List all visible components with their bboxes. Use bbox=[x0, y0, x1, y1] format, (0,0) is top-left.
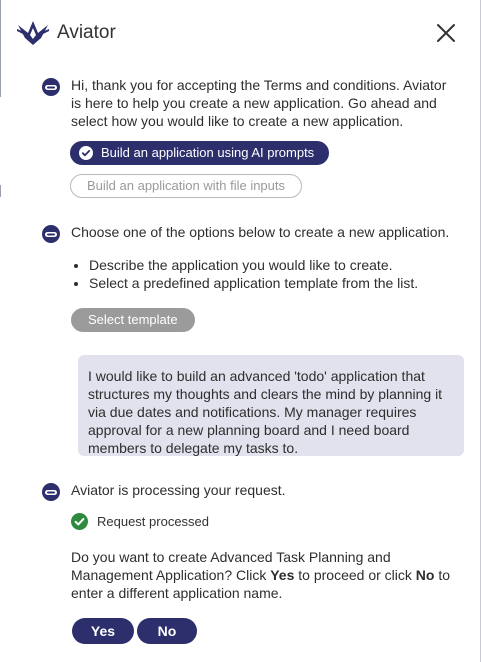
user-message-bubble: I would like to build an advanced 'todo'… bbox=[78, 355, 464, 456]
confirm-text: Do you want to create Advanced Task Plan… bbox=[71, 548, 451, 602]
close-icon[interactable] bbox=[433, 20, 459, 46]
yes-button[interactable]: Yes bbox=[72, 618, 134, 644]
confirm-text-part: to proceed or click bbox=[294, 567, 416, 583]
panel-header: Aviator bbox=[0, 0, 481, 68]
confirm-no-keyword: No bbox=[415, 567, 435, 583]
option-file-inputs-button[interactable]: Build an application with file inputs bbox=[70, 174, 303, 198]
aviator-bot-avatar-icon bbox=[42, 225, 60, 243]
options-list: Describe the application you would like … bbox=[71, 256, 479, 292]
status-text: Request processed bbox=[97, 514, 210, 529]
list-item: Select a predefined application template… bbox=[89, 274, 479, 292]
processing-text: Aviator is processing your request. bbox=[71, 482, 286, 498]
choose-text: Choose one of the options below to creat… bbox=[71, 224, 450, 240]
app-title: Aviator bbox=[57, 22, 116, 43]
no-button[interactable]: No bbox=[137, 618, 197, 644]
aviator-bot-avatar-icon bbox=[42, 78, 60, 96]
user-message-text: I would like to build an advanced 'todo'… bbox=[88, 368, 443, 456]
select-template-label: Select template bbox=[88, 312, 178, 327]
aviator-logo-icon bbox=[17, 21, 49, 45]
select-template-button[interactable]: Select template bbox=[71, 308, 195, 332]
option-file-inputs-label: Build an application with file inputs bbox=[87, 178, 286, 193]
panel-left-edge-mark bbox=[0, 185, 1, 197]
list-item: Describe the application you would like … bbox=[89, 256, 479, 274]
check-circle-icon bbox=[79, 146, 93, 160]
intro-text: Hi, thank you for accepting the Terms an… bbox=[71, 77, 447, 129]
aviator-bot-avatar-icon bbox=[42, 483, 60, 501]
check-circle-success-icon bbox=[71, 513, 88, 530]
option-ai-prompts-button[interactable]: Build an application using AI prompts bbox=[70, 141, 330, 165]
confirm-yes-keyword: Yes bbox=[270, 567, 295, 583]
option-ai-prompts-label: Build an application using AI prompts bbox=[101, 145, 315, 160]
